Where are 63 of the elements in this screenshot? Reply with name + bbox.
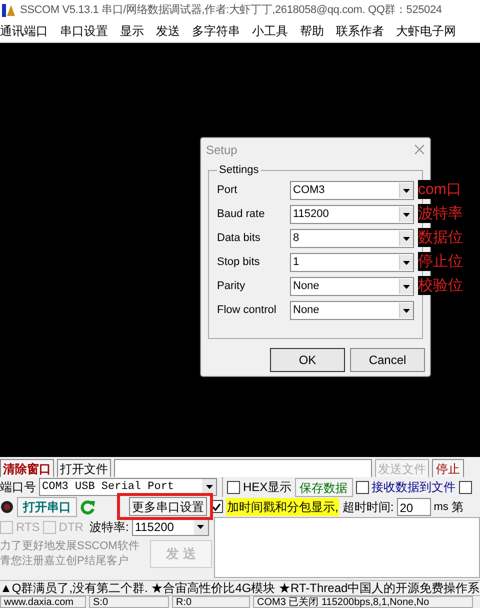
menu-item[interactable]: 显示	[114, 22, 150, 40]
field-label: Stop bits	[217, 255, 261, 270]
annotation-label: 校验位	[418, 276, 463, 295]
menu-item[interactable]: 发送	[150, 22, 186, 40]
more-port-settings-button[interactable]: 更多串口设置	[129, 497, 207, 516]
dialog-title: Setup	[206, 142, 238, 158]
status-field: www.daxia.com	[0, 596, 86, 608]
checkbox[interactable]	[356, 480, 369, 494]
cancel-button[interactable]: Cancel	[350, 348, 425, 372]
checkbox[interactable]	[227, 480, 240, 494]
checkbox[interactable]	[458, 480, 472, 494]
promo-text: 力了更好地发展SSCOM软件	[0, 539, 140, 554]
field-label: Data bits	[217, 231, 262, 246]
menu-item[interactable]: 联系作者	[330, 22, 390, 40]
group-title: Settings	[217, 163, 261, 177]
record-icon	[0, 500, 14, 514]
baud-rate-label: 波特率:	[89, 519, 129, 536]
unit-label: ms	[434, 500, 448, 515]
dropdown[interactable]: 1	[290, 253, 414, 272]
checkbox-label: 加时间戳和分包显示,	[226, 498, 340, 516]
ok-button[interactable]: OK	[270, 348, 345, 372]
status-field: R:0	[172, 596, 250, 608]
packet-label: 第	[451, 498, 464, 516]
stop-button[interactable]: 停止	[432, 458, 464, 478]
dropdown[interactable]: COM3	[290, 181, 414, 200]
menu-item[interactable]: 串口设置	[54, 22, 114, 40]
open-file-button[interactable]: 打开文件	[57, 458, 111, 478]
checkbox-label: DTR	[58, 519, 84, 536]
annotation-label: 波特率	[418, 204, 463, 223]
annotation-label: 停止位	[418, 252, 463, 271]
port-label: 端口号	[0, 479, 36, 496]
timeout-label: 超时时间:	[342, 498, 394, 516]
field-label: Baud rate	[217, 207, 266, 222]
file-path-field[interactable]	[114, 458, 372, 478]
menu-item[interactable]: 帮助	[294, 22, 330, 40]
annotation-label: 数据位	[418, 228, 463, 247]
promo-text: 青您注册嘉立创P结尾客户	[0, 554, 130, 570]
app-icon	[2, 3, 16, 17]
menu-item[interactable]: 小工具	[246, 22, 294, 40]
checkbox-label: 接收数据到文件	[372, 479, 456, 496]
port-dropdown[interactable]: COM3 USB Serial Port	[39, 478, 217, 496]
close-icon[interactable]	[414, 144, 425, 155]
clear-window-button[interactable]: 清除窗口	[0, 458, 54, 478]
field-label: Parity	[217, 279, 246, 294]
checkbox-label: RTS	[16, 519, 40, 536]
menu-item[interactable]: 大虾电子网	[390, 22, 462, 40]
menu-item[interactable]: 多字符串	[186, 22, 246, 40]
refresh-icon[interactable]	[80, 498, 96, 515]
timeout-field[interactable]: 20	[396, 498, 431, 516]
dropdown[interactable]: 115200	[290, 205, 414, 224]
field-label: Flow control	[217, 303, 278, 318]
ticker-text: ▲Q群满员了,没有第二个群. ★合宙高性价比4G模块 ★RT-Thread中国人的开源免费操作系	[0, 580, 480, 596]
open-port-button[interactable]: 打开串口	[17, 496, 77, 517]
menu-item[interactable]: 通讯端口	[0, 22, 54, 40]
window-title: SSCOM V5.13.1 串口/网络数据调试器,作者:大虾丁丁,2618058@qq.com. QQ群：525024	[20, 2, 442, 18]
status-field: S:0	[89, 596, 169, 608]
annotation-label: com口	[418, 180, 462, 199]
dropdown[interactable]: None	[290, 277, 414, 296]
dropdown[interactable]: 8	[290, 229, 414, 248]
checkbox-label: HEX显示	[243, 479, 292, 496]
field-label: Port	[217, 183, 238, 198]
dropdown[interactable]: None	[290, 301, 414, 320]
save-data-button[interactable]: 保存数据	[294, 478, 353, 497]
